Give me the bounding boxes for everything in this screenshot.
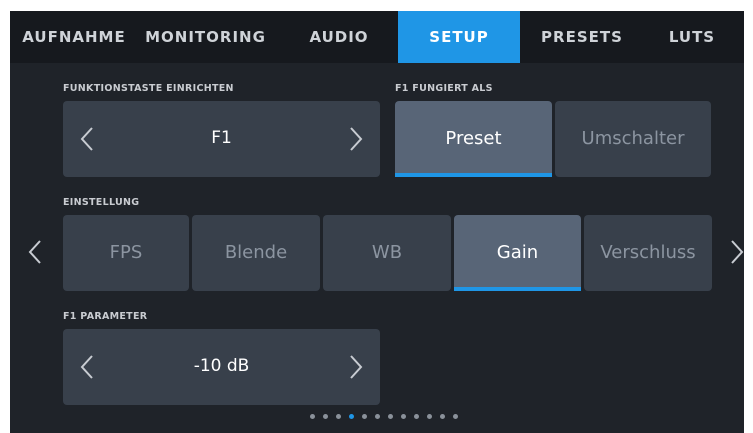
- function-key-value: F1: [211, 128, 232, 148]
- setting-gain-label: Gain: [496, 242, 539, 263]
- tab-audio[interactable]: AUDIO: [287, 11, 391, 63]
- page-dot: [336, 414, 341, 419]
- page-dot-active: [349, 414, 354, 419]
- page-dot: [375, 414, 380, 419]
- setting-label: EINSTELLUNG: [63, 197, 140, 208]
- page-dot: [440, 414, 445, 419]
- f1-parameter-label: F1 PARAMETER: [63, 311, 148, 322]
- page-dot: [401, 414, 406, 419]
- page-dot: [414, 414, 419, 419]
- setting-blende[interactable]: Blende: [192, 215, 320, 291]
- setting-verschluss-label: Verschluss: [600, 242, 696, 263]
- tab-presets[interactable]: PRESETS: [530, 11, 634, 63]
- selected-indicator: [454, 287, 581, 291]
- function-key-label: FUNKTIONSTASTE EINRICHTEN: [63, 83, 234, 94]
- setting-verschluss[interactable]: Verschluss: [584, 215, 712, 291]
- option-preset[interactable]: Preset: [395, 101, 552, 177]
- function-key-selector: F1: [63, 101, 380, 177]
- page-left-chevron-icon[interactable]: [28, 239, 42, 265]
- page-dot: [362, 414, 367, 419]
- setting-gain[interactable]: Gain: [454, 215, 581, 291]
- option-umschalter-label: Umschalter: [581, 128, 685, 149]
- page-dot: [310, 414, 315, 419]
- page-dot: [453, 414, 458, 419]
- f1-acts-as-label: F1 FUNGIERT ALS: [395, 83, 493, 94]
- chevron-right-icon[interactable]: [349, 354, 363, 380]
- setting-blende-label: Blende: [224, 242, 288, 263]
- f1-parameter-selector: -10 dB: [63, 329, 380, 405]
- page-dot: [323, 414, 328, 419]
- f1-parameter-value: -10 dB: [193, 356, 250, 376]
- setting-fps-label: FPS: [109, 242, 143, 263]
- tab-bar: AUFNAHME MONITORING AUDIO SETUP PRESETS …: [10, 11, 744, 63]
- page-dot: [427, 414, 432, 419]
- chevron-right-icon[interactable]: [349, 126, 363, 152]
- setting-wb-label: WB: [371, 242, 403, 263]
- setting-fps[interactable]: FPS: [63, 215, 189, 291]
- option-umschalter[interactable]: Umschalter: [555, 101, 711, 177]
- page-dot: [388, 414, 393, 419]
- tab-monitoring[interactable]: MONITORING: [138, 11, 273, 63]
- selected-indicator: [395, 173, 552, 177]
- setup-screen: AUFNAHME MONITORING AUDIO SETUP PRESETS …: [10, 11, 744, 433]
- tab-aufnahme[interactable]: AUFNAHME: [10, 11, 138, 63]
- tab-luts[interactable]: LUTS: [640, 11, 744, 63]
- page-right-chevron-icon[interactable]: [730, 239, 744, 265]
- setting-wb[interactable]: WB: [323, 215, 451, 291]
- option-preset-label: Preset: [445, 128, 502, 149]
- tab-setup[interactable]: SETUP: [398, 11, 520, 63]
